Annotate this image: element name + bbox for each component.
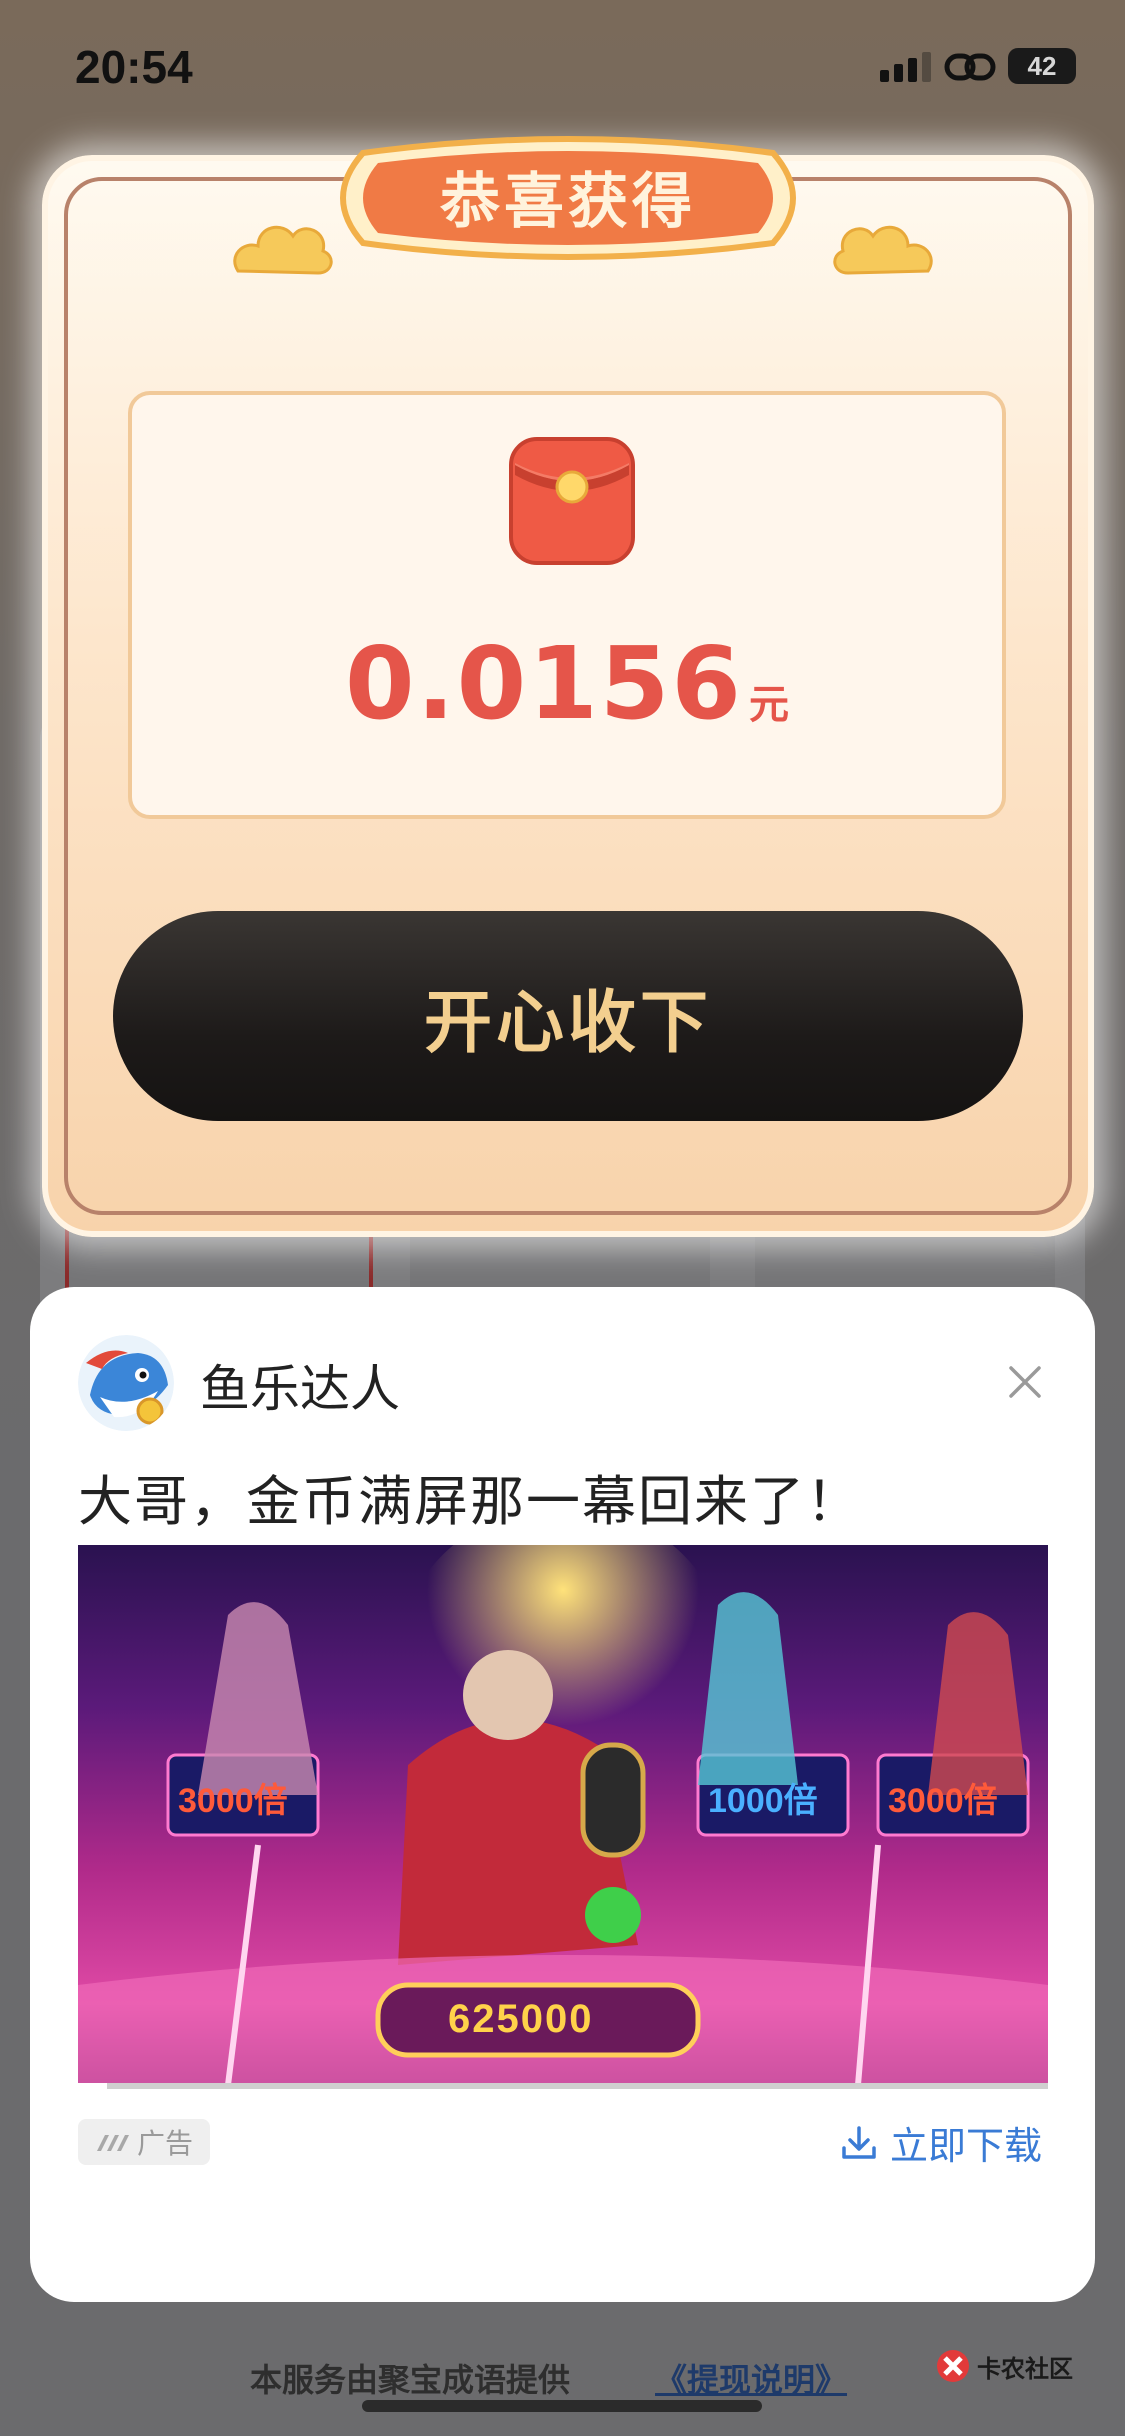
amount-value: 0.0156 [345,625,743,742]
ad-video-text: 625000 [448,1997,594,2041]
download-button[interactable]: 立即下载 [840,2115,1042,2170]
watermark-text: 卡农社区 [977,2355,1073,2383]
ad-headline: 大哥，金币满屏那一幕回来了！ [78,1472,862,1532]
battery-icon: 42 [1008,48,1076,84]
ad-video-text: 3000倍 [178,1782,288,1820]
video-progress-bar[interactable] [78,2083,1048,2089]
battery-level: 42 [1027,50,1057,81]
watermark: 卡农社区 [935,2348,1073,2384]
ad-badge-label: 广告 [136,2128,193,2159]
advertiser-name: 鱼乐达人 [200,1361,400,1417]
ad-network-icon [96,2135,129,2151]
download-icon [842,2125,876,2159]
modal-title: 恭喜获得 [440,168,696,235]
cellular-signal-icon [880,52,931,82]
ad-video-text: 1000倍 [708,1782,818,1820]
download-label: 立即下载 [890,2126,1043,2168]
accept-reward-button[interactable]: 开心收下 [113,911,1023,1121]
link-icon [944,53,996,81]
reward-amount: 0.0156 元 [132,625,1002,742]
amount-panel: 0.0156 元 [128,391,1006,819]
service-provider-text: 本服务由聚宝成语提供 [250,2362,571,2398]
status-bar: 20:54 42 [0,0,1125,130]
close-icon[interactable] [1005,1362,1045,1402]
ad-card[interactable]: 鱼乐达人 大哥，金币满屏那一幕回来了！ 3000倍 1000倍 3000倍 62… [30,1287,1095,2302]
accept-button-label: 开心收下 [423,984,712,1061]
amount-unit: 元 [748,683,789,727]
cloud-icon [233,225,333,275]
home-indicator[interactable] [362,2400,762,2412]
shark-avatar-icon [78,1335,174,1431]
title-banner: 恭喜获得 [323,133,813,263]
ad-video[interactable]: 3000倍 1000倍 3000倍 625000 [78,1545,1048,2085]
red-packet-icon [509,437,635,565]
ad-badge: 广告 [78,2119,210,2165]
advertiser-avatar[interactable] [78,1335,174,1431]
video-progress-fill [78,2083,108,2089]
status-time: 20:54 [75,41,193,93]
withdraw-instructions-link[interactable]: 《提现说明》 [655,2355,847,2401]
cloud-icon [833,225,933,275]
reward-modal: 恭喜获得 0.0156 元 开心收下 [42,136,1094,1237]
watermark-logo-icon [937,2350,969,2382]
ad-video-text: 3000倍 [888,1782,998,1820]
